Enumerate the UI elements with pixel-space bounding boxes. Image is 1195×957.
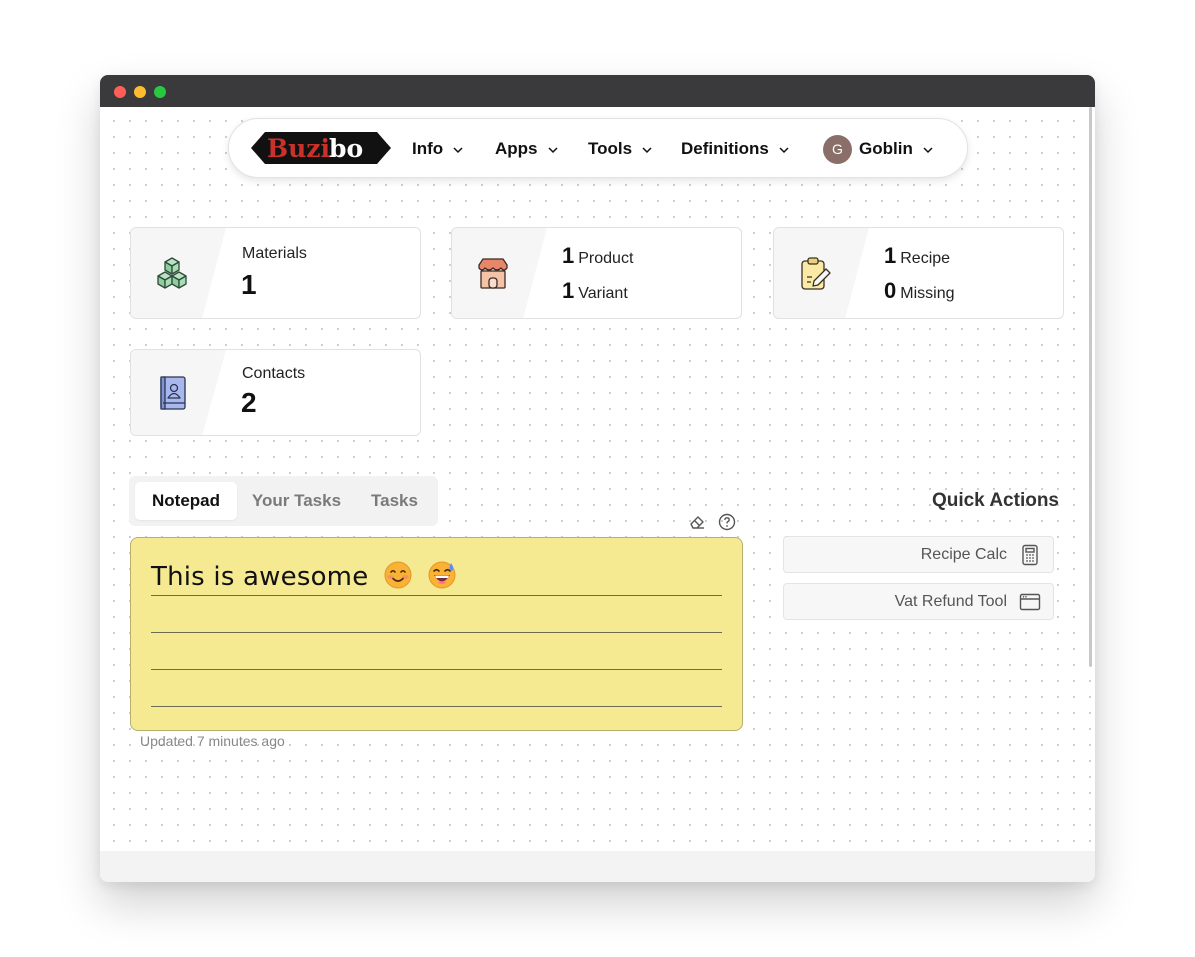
maximize-window-button[interactable] xyxy=(154,86,166,98)
notepad-updated-time: Updated 7 minutes ago xyxy=(140,733,285,749)
recipe-count: 1 xyxy=(884,243,897,268)
chevron-down-icon xyxy=(923,147,933,154)
materials-card[interactable]: Materials 1 xyxy=(130,227,421,319)
nav-info[interactable]: Info xyxy=(412,119,463,179)
tab-your-tasks[interactable]: Your Tasks xyxy=(242,482,351,520)
missing-count: 0 xyxy=(884,278,897,303)
products-card[interactable]: 1 Product 1 Variant xyxy=(451,227,742,319)
recipe-calc-label: Recipe Calc xyxy=(920,545,1007,563)
vat-refund-tool-label: Vat Refund Tool xyxy=(894,592,1007,610)
user-name: Goblin xyxy=(859,139,913,158)
recipe-calc-button[interactable]: Recipe Calc xyxy=(783,536,1054,573)
avatar: G xyxy=(823,134,852,164)
chevron-down-icon xyxy=(642,147,652,154)
product-stat: 1 Product xyxy=(562,243,633,269)
eraser-icon[interactable] xyxy=(688,513,706,531)
recipe-stat: 1 Recipe xyxy=(884,243,950,269)
vat-refund-tool-button[interactable]: Vat Refund Tool xyxy=(783,583,1054,620)
tab-notepad[interactable]: Notepad xyxy=(135,482,237,520)
logo-text-b: bo xyxy=(329,134,363,163)
help-icon[interactable] xyxy=(718,513,736,531)
buzibo-logo[interactable]: Buzi bo xyxy=(251,132,391,164)
recipe-label: Recipe xyxy=(900,250,951,267)
page-content: Buzi bo Info Apps Tools Definitions G Go… xyxy=(100,107,1095,851)
note-ruled-line xyxy=(151,669,722,670)
materials-count: 1 xyxy=(241,269,257,300)
contacts-count: 2 xyxy=(241,387,257,418)
nav-info-label: Info xyxy=(412,139,444,158)
missing-label: Missing xyxy=(900,285,955,302)
nav-apps[interactable]: Apps xyxy=(495,119,558,179)
notepad[interactable]: This is awesome xyxy=(130,537,743,731)
chevron-down-icon xyxy=(547,147,558,154)
app-window: Buzi bo Info Apps Tools Definitions G Go… xyxy=(100,75,1095,882)
chevron-down-icon xyxy=(453,147,463,154)
recipes-card[interactable]: 1 Recipe 0 Missing xyxy=(773,227,1064,319)
store-icon xyxy=(478,258,508,289)
address-book-icon xyxy=(160,376,186,410)
notepad-text: This is awesome xyxy=(151,562,369,592)
nav-apps-label: Apps xyxy=(495,139,538,158)
logo-text-a: Buzi xyxy=(267,134,330,163)
vertical-scrollbar[interactable] xyxy=(1089,107,1092,667)
calculator-icon xyxy=(1022,544,1038,565)
note-ruled-line xyxy=(151,706,722,707)
clipboard-edit-icon xyxy=(801,257,831,290)
note-ruled-line xyxy=(151,595,722,596)
window-bottom-bar xyxy=(100,851,1095,882)
materials-label: Materials xyxy=(242,245,307,262)
quick-actions-title: Quick Actions xyxy=(931,490,1059,511)
window-titlebar xyxy=(100,75,1095,107)
minimize-window-button[interactable] xyxy=(134,86,146,98)
top-navbar: Buzi bo Info Apps Tools Definitions G Go… xyxy=(228,118,968,178)
note-ruled-line xyxy=(151,632,722,633)
nav-user-menu[interactable]: G Goblin xyxy=(823,119,933,179)
cubes-icon xyxy=(157,257,187,289)
nav-definitions-label: Definitions xyxy=(681,139,769,158)
chevron-down-icon xyxy=(779,147,789,154)
variant-stat: 1 Variant xyxy=(562,278,628,304)
nav-tools[interactable]: Tools xyxy=(588,119,652,179)
product-label: Product xyxy=(578,250,634,267)
smiling-face-icon xyxy=(384,561,412,589)
tab-tasks[interactable]: Tasks xyxy=(358,482,431,520)
nav-tools-label: Tools xyxy=(588,139,633,158)
product-count: 1 xyxy=(562,243,575,268)
contacts-label: Contacts xyxy=(242,365,306,382)
contacts-card[interactable]: Contacts 2 xyxy=(130,349,421,436)
browser-window-icon xyxy=(1019,593,1041,610)
close-window-button[interactable] xyxy=(114,86,126,98)
grinning-sweat-face-icon xyxy=(428,561,456,589)
variant-count: 1 xyxy=(562,278,575,303)
variant-label: Variant xyxy=(578,285,628,302)
notes-tabs: Notepad Your Tasks Tasks xyxy=(129,476,438,526)
missing-stat: 0 Missing xyxy=(884,278,954,304)
nav-definitions[interactable]: Definitions xyxy=(681,119,789,179)
notepad-content[interactable]: This is awesome xyxy=(151,560,457,592)
